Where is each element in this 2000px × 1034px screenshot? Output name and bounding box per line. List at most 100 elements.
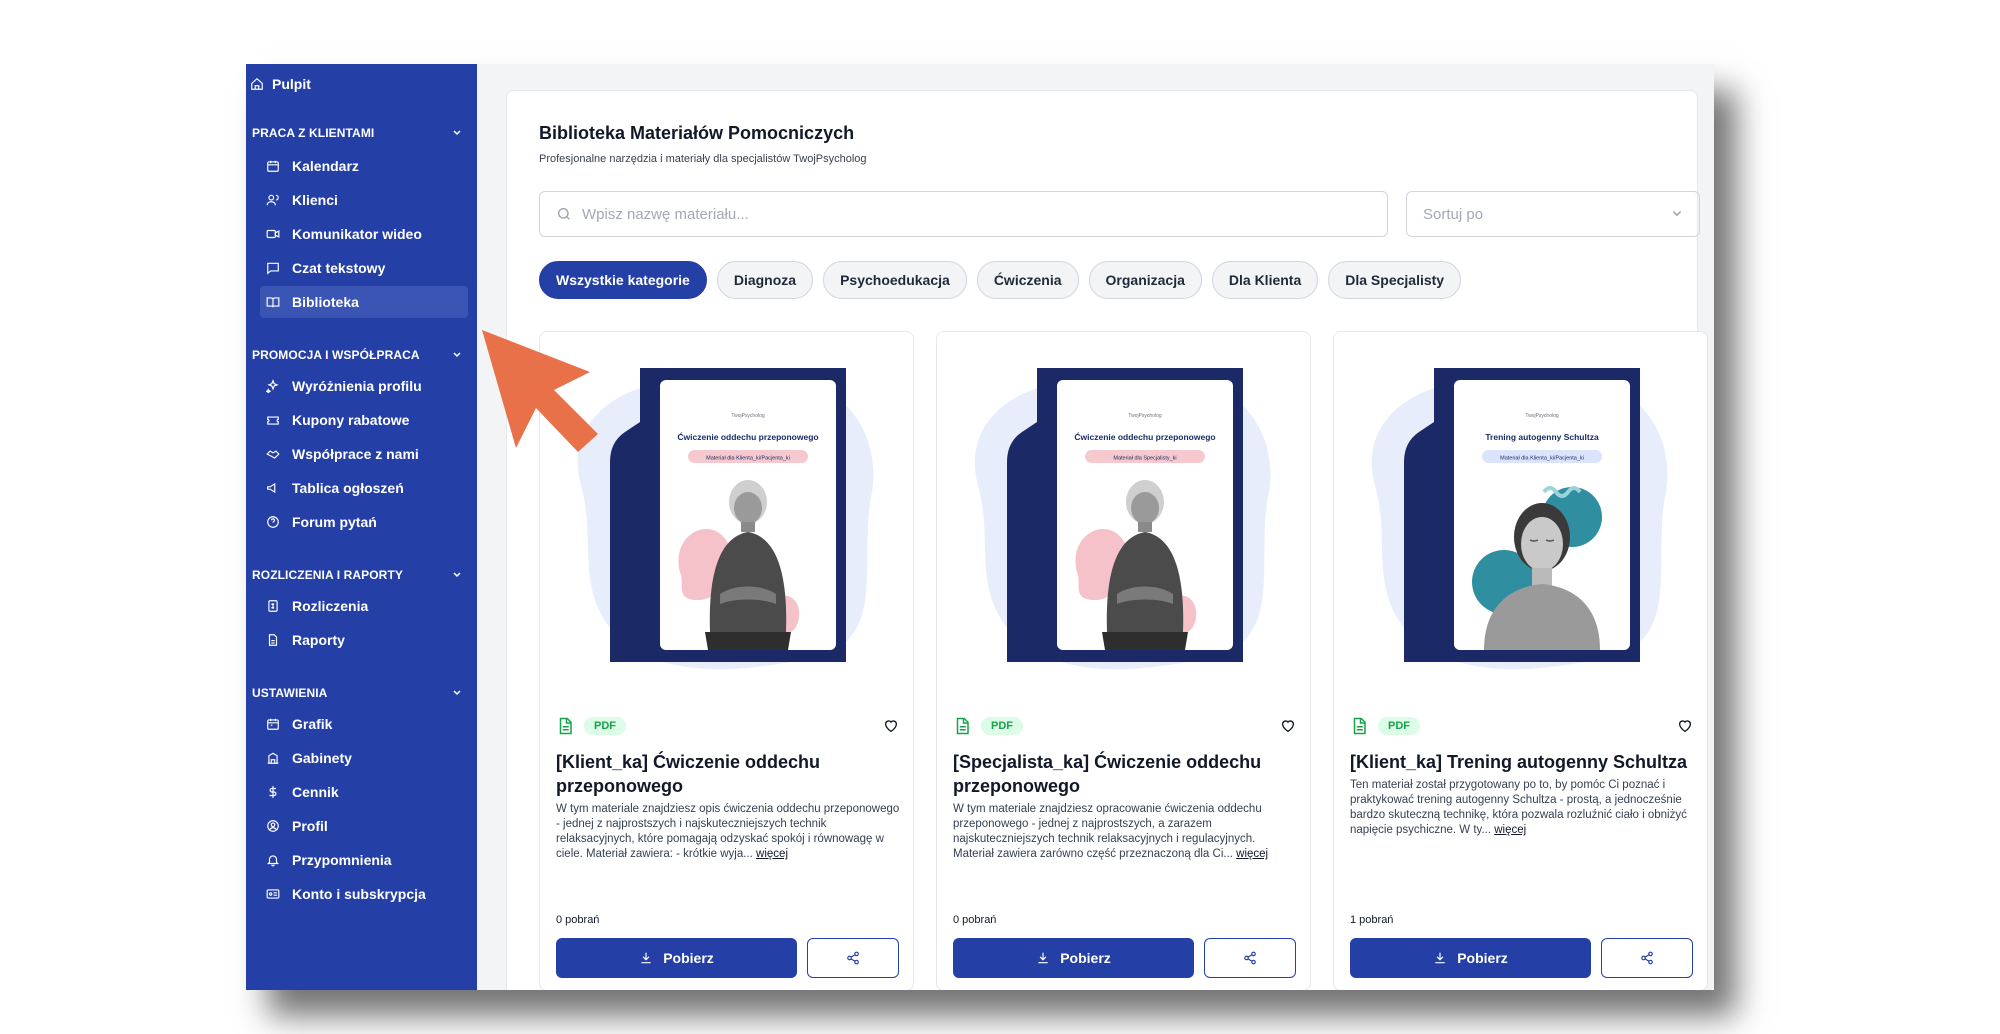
section-title: ROZLICZENIA I RAPORTY	[252, 568, 403, 582]
chevron-down-icon	[1672, 211, 1682, 217]
app-window: Pulpit PRACA Z KLIENTAMI Kalendarz Klien…	[246, 64, 1714, 990]
category-chip-diagnoza[interactable]: Diagnoza	[716, 261, 814, 299]
download-icon	[641, 952, 651, 964]
download-count: 1 pobrań	[1350, 914, 1394, 926]
sidebar-item-label: Konto i subskrypcja	[292, 886, 426, 902]
sidebar-item-label: Przypomnienia	[292, 852, 392, 868]
sidebar-item-rozliczenia[interactable]: Rozliczenia	[260, 590, 468, 622]
more-link[interactable]: więcej	[1494, 824, 1526, 836]
download-label: Pobierz	[1060, 950, 1111, 966]
sidebar-item-profil[interactable]: Profil	[260, 810, 468, 842]
heart-icon[interactable]	[883, 718, 899, 734]
material-card[interactable]: TwojPsycholog Trening autogenny Schultza…	[1333, 331, 1708, 990]
description-text: W tym materiale znajdziesz opis ćwiczeni…	[556, 803, 900, 860]
material-card[interactable]: TwojPsycholog Ćwiczenie oddechu przepono…	[936, 331, 1311, 990]
sidebar-item-grafik[interactable]: Grafik	[260, 708, 468, 740]
question-icon	[267, 516, 279, 528]
sidebar-item-biblioteka[interactable]: Biblioteka	[260, 286, 468, 318]
sidebar-item-label: Profil	[292, 818, 328, 834]
download-button[interactable]: Pobierz	[1350, 938, 1591, 978]
search-icon	[558, 208, 570, 220]
download-button[interactable]: Pobierz	[556, 938, 797, 978]
page-subtitle: Profesjonalne narzędzia i materiały dla …	[539, 153, 867, 165]
download-button[interactable]: Pobierz	[953, 938, 1194, 978]
sidebar-item-klienci[interactable]: Klienci	[260, 184, 468, 216]
sidebar-item-label: Gabinety	[292, 750, 352, 766]
search-input[interactable]	[582, 205, 1362, 223]
card-title: [Klient_ka] Trening autogenny Schultza	[1350, 752, 1688, 772]
card-title: [Specjalista_ka] Ćwiczenie oddechu przep…	[953, 752, 1262, 796]
download-icon	[1038, 952, 1048, 964]
more-link[interactable]: więcej	[1236, 848, 1268, 860]
sidebar-section-promocja[interactable]: PROMOCJA I WSPÓŁPRACA	[252, 348, 462, 362]
card-description: Ten materiał został przygotowany po to, …	[1350, 778, 1695, 838]
sort-select[interactable]: Sortuj po	[1406, 191, 1700, 237]
sidebar-section-ustawienia[interactable]: USTAWIENIA	[252, 686, 462, 700]
category-chip-cwiczenia[interactable]: Ćwiczenia	[976, 261, 1079, 299]
sidebar-item-label: Cennik	[292, 784, 339, 800]
sidebar-item-label: Grafik	[292, 716, 333, 732]
sidebar-item-konto[interactable]: Konto i subskrypcja	[260, 878, 468, 910]
video-icon	[266, 229, 280, 239]
sidebar-item-label: Biblioteka	[292, 294, 359, 310]
sidebar-item-wspolprace[interactable]: Współprace z nami	[260, 438, 468, 470]
chevron-down-icon	[453, 572, 461, 578]
share-button[interactable]	[1601, 938, 1693, 978]
section-title: PROMOCJA I WSPÓŁPRACA	[252, 348, 420, 362]
doc-title: Ćwiczenie oddechu przeponowego	[1074, 431, 1215, 442]
sidebar-item-label: Tablica ogłoszeń	[292, 480, 404, 496]
category-chip-dla-specjalisty[interactable]: Dla Specjalisty	[1328, 261, 1462, 299]
sidebar-item-gabinety[interactable]: Gabinety	[260, 742, 468, 774]
file-type-badge: PDF	[584, 717, 626, 735]
chevron-down-icon	[453, 352, 461, 358]
chat-icon	[267, 262, 279, 275]
sidebar-item-komunikator[interactable]: Komunikator wideo	[260, 218, 468, 250]
sidebar-item-label: Raporty	[292, 632, 345, 648]
sidebar-item-przypomnienia[interactable]: Przypomnienia	[260, 844, 468, 876]
share-button[interactable]	[807, 938, 899, 978]
schedule-icon	[267, 718, 279, 730]
sidebar-item-label: Rozliczenia	[292, 598, 369, 614]
sidebar-item-kalendarz[interactable]: Kalendarz	[260, 150, 468, 182]
doc-brand: TwojPsycholog	[731, 413, 765, 419]
home-icon	[251, 77, 263, 90]
sidebar-item-tablica[interactable]: Tablica ogłoszeń	[260, 472, 468, 504]
sidebar-section-rozliczenia[interactable]: ROZLICZENIA I RAPORTY	[252, 568, 462, 582]
dollar-icon	[269, 786, 277, 798]
category-chip-psychoedukacja[interactable]: Psychoedukacja	[823, 261, 967, 299]
sidebar-section-praca[interactable]: PRACA Z KLIENTAMI	[252, 126, 462, 140]
sidebar-item-cennik[interactable]: Cennik	[260, 776, 468, 808]
bell-icon	[266, 855, 280, 867]
category-chip-all[interactable]: Wszystkie kategorie	[539, 261, 707, 299]
doc-tag: Materiał dla Klienta_ki/Pacjenta_ki	[706, 456, 790, 462]
share-button[interactable]	[1204, 938, 1296, 978]
download-icon	[1435, 952, 1445, 964]
doc-tag: Materiał dla Specjalisty_ki	[1113, 456, 1176, 462]
heart-icon[interactable]	[1677, 718, 1693, 734]
category-chip-dla-klienta[interactable]: Dla Klienta	[1211, 261, 1319, 299]
search-box[interactable]	[539, 191, 1388, 237]
file-icon	[559, 717, 572, 735]
download-label: Pobierz	[663, 950, 714, 966]
card-meta-row: PDF	[556, 716, 899, 736]
sidebar-item-czat[interactable]: Czat tekstowy	[260, 252, 468, 284]
sidebar-item-label: Komunikator wideo	[292, 226, 422, 242]
building-icon	[267, 752, 279, 764]
more-link[interactable]: więcej	[756, 848, 788, 860]
chevron-down-icon	[453, 690, 461, 696]
sidebar-item-raporty[interactable]: Raporty	[260, 624, 468, 656]
card-meta-row: PDF	[953, 716, 1296, 736]
category-filters: Wszystkie kategorie Diagnoza Psychoeduka…	[539, 261, 1462, 299]
file-icon	[956, 717, 969, 735]
category-chip-organizacja[interactable]: Organizacja	[1088, 261, 1202, 299]
sidebar-item-label: Kalendarz	[292, 158, 359, 174]
sidebar-item-label: Kupony rabatowe	[292, 412, 410, 428]
card-title: [Klient_ka] Ćwiczenie oddechu przeponowe…	[556, 752, 821, 796]
sort-placeholder: Sortuj po	[1423, 205, 1484, 223]
sidebar-item-pulpit[interactable]: Pulpit	[250, 76, 311, 92]
sidebar-item-kupony[interactable]: Kupony rabatowe	[260, 404, 468, 436]
sidebar-item-forum[interactable]: Forum pytań	[260, 506, 468, 538]
heart-icon[interactable]	[1280, 718, 1296, 734]
sidebar-item-wyroznienia[interactable]: Wyróżnienia profilu	[260, 370, 468, 402]
id-card-icon	[266, 889, 280, 899]
